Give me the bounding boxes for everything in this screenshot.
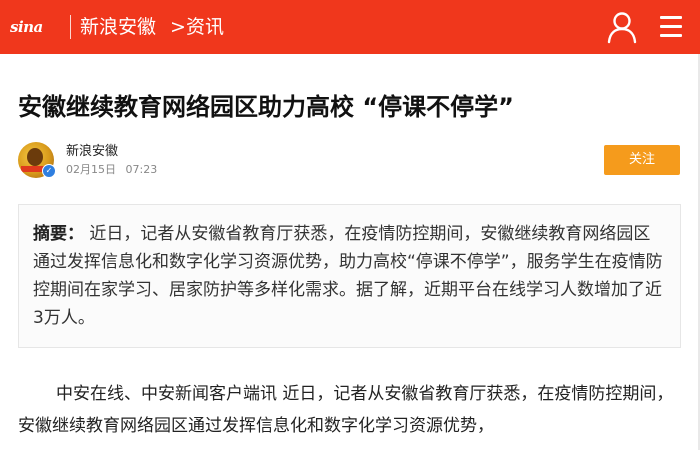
summary-paragraph: 摘要： 近日，记者从安徽省教育厅获悉，在疫情防控期间，安徽继续教育网络园区通过发… (33, 220, 666, 332)
header-divider (70, 15, 71, 39)
summary-box: 摘要： 近日，记者从安徽省教育厅获悉，在疫情防控期间，安徽继续教育网络园区通过发… (18, 204, 681, 348)
publish-clock: 07:23 (125, 163, 158, 176)
user-button[interactable] (606, 10, 638, 44)
publish-date: 02月15日 (66, 163, 116, 176)
breadcrumb-section-link[interactable]: 资讯 (186, 14, 224, 40)
user-icon (607, 12, 637, 44)
article-title: 安徽继续教育网络园区助力高校 “停课不停学” (18, 93, 514, 121)
verified-badge-icon: ✓ (42, 164, 56, 178)
article-body-paragraph: 中安在线、中安新闻客户端讯 近日，记者从安徽省教育厅获悉，在疫情防控期间，安徽继… (18, 384, 674, 436)
follow-button[interactable]: 关注 (604, 145, 680, 175)
logo-text: sina (10, 18, 43, 36)
summary-text: 近日，记者从安徽省教育厅获悉，在疫情防控期间，安徽继续教育网络园区通过发挥信息化… (33, 224, 663, 328)
publish-time: 02月15日 07:23 (66, 163, 157, 177)
avatar-figure (27, 148, 43, 166)
sina-logo[interactable]: sina (10, 12, 50, 42)
summary-label: 摘要： (33, 224, 84, 244)
top-navigation-bar: sina 新浪安徽 > 资讯 (0, 0, 700, 54)
breadcrumb-chevron-icon: > (170, 16, 186, 38)
site-name-link[interactable]: 新浪安徽 (80, 14, 156, 40)
author-name[interactable]: 新浪安徽 (66, 143, 118, 161)
menu-button[interactable] (656, 12, 688, 42)
